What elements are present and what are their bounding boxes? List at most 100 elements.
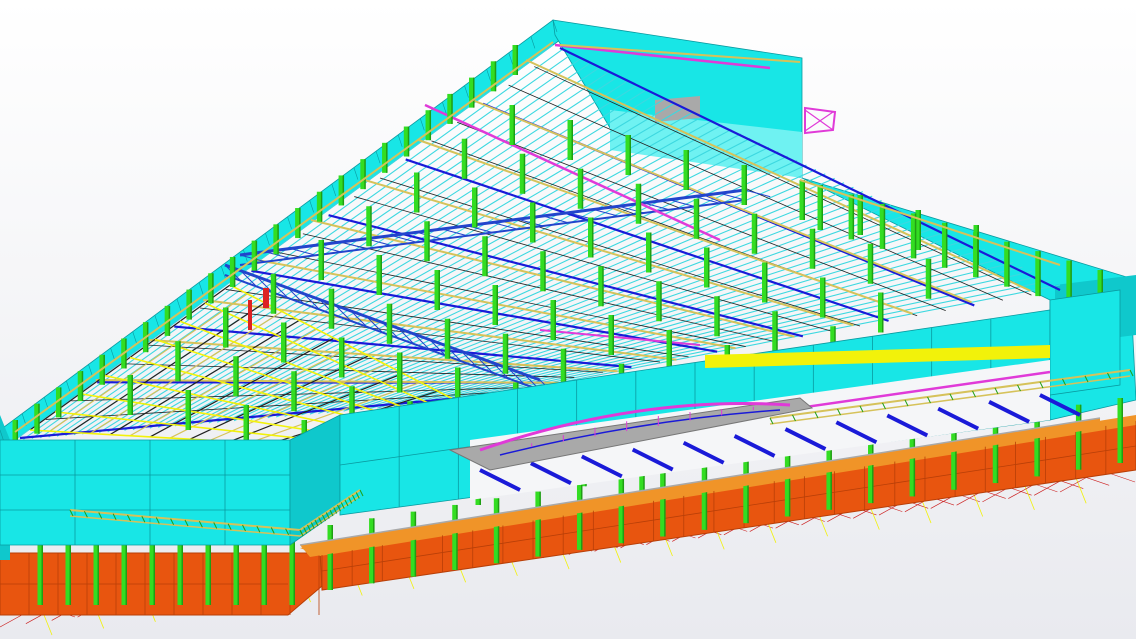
column-left-wall-edge <box>407 126 410 157</box>
column-interior-edge <box>496 285 498 325</box>
column-ground-edge <box>497 498 500 564</box>
column-right-wall-edge <box>945 222 948 268</box>
column-interior-edge <box>755 213 758 254</box>
red-column <box>248 300 252 330</box>
column-interior-edge <box>813 228 816 269</box>
column-left-wall-edge <box>342 175 345 206</box>
column-interior-edge <box>295 371 297 412</box>
column-interior-edge <box>650 232 652 273</box>
tower-opening <box>655 96 700 122</box>
column-left-wall-edge <box>277 224 279 255</box>
column-interior-edge <box>824 277 826 318</box>
column-interior-edge <box>380 255 382 295</box>
column-ground-edge <box>664 471 666 537</box>
column-interior-edge <box>544 251 546 292</box>
column-interior-edge <box>370 206 372 247</box>
column-interior-edge <box>189 390 191 430</box>
column-ground-edge <box>913 431 916 497</box>
column-interior-edge <box>322 240 324 280</box>
column-ground-edge <box>1121 398 1123 463</box>
column-interior-edge <box>247 405 249 445</box>
column-interior-edge <box>227 307 229 348</box>
column-left-wall-edge <box>494 61 497 92</box>
column-interior-edge <box>882 292 884 333</box>
column-interior-edge <box>592 217 594 258</box>
column-left-wall-edge <box>429 110 432 141</box>
column-interior-edge <box>554 300 556 340</box>
column-interior-edge <box>629 135 631 175</box>
column-right-wall-edge <box>883 203 886 249</box>
column-ground-edge <box>456 504 458 570</box>
column-left-wall-edge <box>59 387 62 418</box>
column-ground-edge <box>996 418 999 484</box>
column-ground-edge <box>955 424 957 490</box>
column-interior-edge <box>274 273 277 314</box>
column-interior-edge <box>428 221 430 262</box>
column-interior-edge <box>687 150 689 190</box>
column-left-wall-edge <box>103 354 105 385</box>
column-interior-edge <box>581 168 584 209</box>
column-ground-edge <box>414 511 417 577</box>
column-interior-edge <box>803 180 805 220</box>
column-interior-edge <box>534 202 536 243</box>
column-left-wall-edge <box>451 93 453 124</box>
structural-model-view[interactable] <box>0 0 1136 639</box>
column-interior-edge <box>285 322 287 363</box>
column-ground-edge <box>830 444 832 510</box>
column-left-wall-edge <box>473 77 475 108</box>
column-interior-edge <box>237 356 239 397</box>
column-left-wall-edge <box>320 191 323 222</box>
column-interior-edge <box>612 315 614 355</box>
column-interior-edge <box>506 333 509 374</box>
column-left-wall-edge <box>38 403 40 434</box>
column-interior-edge <box>766 262 768 303</box>
column-interior-edge <box>343 337 345 378</box>
column-interior-edge <box>418 172 420 213</box>
column-left-wall-edge <box>81 371 84 402</box>
column-right-wall-edge <box>821 185 823 230</box>
column-interior-edge <box>401 352 403 393</box>
column-interior-edge <box>448 318 451 359</box>
column-interior-edge <box>670 330 672 370</box>
column-left-wall-edge <box>386 142 388 173</box>
column-interior-edge <box>465 138 468 179</box>
column-ground-edge <box>788 451 791 517</box>
column-interior-edge <box>639 183 642 224</box>
column-interior-edge <box>929 258 932 299</box>
column-interior-edge <box>438 270 440 310</box>
column-ground-edge <box>331 525 333 590</box>
column-interior-edge <box>486 236 488 277</box>
column-interior-edge <box>871 243 874 284</box>
column-interior-edge <box>332 288 335 329</box>
column-interior-edge <box>523 153 526 194</box>
column-interior-edge <box>571 120 573 160</box>
column-left-wall-edge <box>516 45 518 75</box>
column-interior-edge <box>179 341 181 382</box>
column-interior-edge <box>745 165 747 205</box>
column-ground-edge <box>539 491 541 557</box>
column-ground-edge <box>580 484 583 550</box>
column-ground-edge <box>622 478 625 544</box>
column-interior-edge <box>697 198 700 239</box>
model-viewport[interactable] <box>0 0 1136 639</box>
column-interior-edge <box>718 296 720 337</box>
column-interior-edge <box>131 375 133 415</box>
column-interior-edge <box>513 105 515 145</box>
column-left-wall-edge <box>299 208 301 239</box>
column-left-wall-edge <box>125 338 127 369</box>
column-interior-edge <box>476 187 478 228</box>
column-interior-edge <box>776 311 778 352</box>
red-column <box>263 288 269 308</box>
column-interior-edge <box>708 247 710 288</box>
column-ground-edge <box>705 464 708 530</box>
column-ground-edge <box>872 438 874 504</box>
column-left-wall-edge <box>364 159 366 190</box>
column-interior-edge <box>919 210 921 250</box>
column-interior-edge <box>660 281 662 322</box>
front-facade-left <box>0 439 291 546</box>
column-right-wall-edge <box>852 194 855 240</box>
column-ground-edge <box>373 518 375 584</box>
column-ground-edge <box>747 458 749 524</box>
column-interior-edge <box>390 303 393 344</box>
column-right-wall-edge <box>914 213 917 259</box>
